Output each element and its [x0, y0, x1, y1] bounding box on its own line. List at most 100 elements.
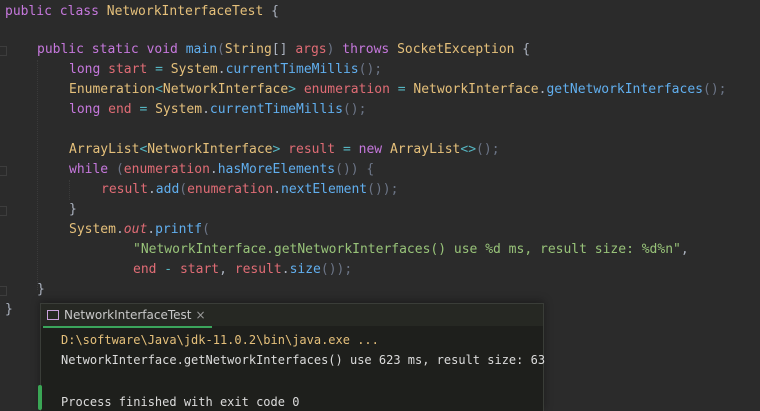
code-line-9[interactable]: result.add(enumeration.nextElement()); — [101, 180, 398, 200]
punct: . — [273, 182, 282, 197]
string-literal: "NetworkInterface.getNetworkInterfaces()… — [133, 242, 681, 257]
run-command-line: D:\software\Java\jdk-11.0.2\bin\java.exe… — [61, 333, 379, 347]
run-output-line: NetworkInterface.getNetworkInterfaces() … — [61, 353, 546, 367]
punct: > — [272, 142, 289, 157]
punct: (); — [342, 102, 367, 117]
code-line-3[interactable]: long start = System.currentTimeMillis(); — [69, 60, 382, 80]
code-line-11[interactable]: System.out.printf( — [69, 220, 210, 240]
punct: ) — [326, 42, 343, 57]
punct: , — [680, 242, 689, 257]
method-name: currentTimeMillis — [225, 62, 359, 77]
method-name: getNetworkInterfaces — [546, 82, 703, 97]
run-tab-bar: NetworkInterfaceTest × — [41, 304, 543, 328]
variable: enumeration — [187, 182, 274, 197]
method-name: size — [289, 262, 321, 277]
operator: = — [335, 142, 359, 157]
method-name: add — [155, 182, 180, 197]
variable: enumeration — [123, 162, 210, 177]
class-name: System — [170, 62, 218, 77]
static-field: out — [123, 222, 148, 237]
punct: . — [147, 182, 156, 197]
type-name: String — [224, 42, 272, 57]
punct: (); — [703, 82, 727, 97]
punct: . — [115, 222, 124, 237]
variable: end — [133, 262, 157, 277]
tab-network-interface-test[interactable]: NetworkInterfaceTest × — [43, 304, 212, 328]
type-name: Enumeration — [69, 82, 156, 97]
class-name: NetworkInterface — [413, 82, 539, 97]
punct: (); — [476, 142, 500, 157]
punct: ()); — [367, 182, 399, 197]
run-config-icon — [47, 310, 59, 320]
punct: > — [288, 82, 304, 97]
punct: . — [217, 62, 226, 77]
method-name: hasMoreElements — [217, 162, 336, 177]
fold-marker[interactable] — [0, 46, 7, 56]
operator: = — [131, 102, 156, 117]
method-name: main — [185, 42, 218, 57]
tab-label: NetworkInterfaceTest — [64, 308, 192, 322]
class-name: System — [155, 102, 203, 117]
punct: [] — [271, 42, 296, 57]
keyword: public class — [5, 4, 107, 19]
keyword: long — [69, 102, 109, 117]
class-name: System — [69, 222, 116, 237]
punct: (); — [358, 62, 383, 77]
punct: { — [514, 42, 531, 57]
punct: ( — [217, 42, 225, 57]
parameter: args — [295, 42, 327, 57]
punct: ()); — [320, 262, 353, 277]
punct: ()) { — [335, 162, 375, 177]
close-icon[interactable]: × — [195, 308, 205, 322]
fold-marker[interactable] — [0, 166, 7, 176]
punct: <> — [460, 142, 477, 157]
variable: result — [101, 182, 148, 197]
keyword: while — [69, 162, 116, 177]
indent-guide — [37, 60, 38, 290]
variable: result — [288, 142, 336, 157]
punct: ( — [179, 182, 188, 197]
code-line-13[interactable]: end - start, result.size()); — [133, 260, 352, 280]
code-line-12[interactable]: "NetworkInterface.getNetworkInterfaces()… — [133, 240, 689, 260]
code-line-7[interactable]: ArrayList<NetworkInterface> result = new… — [69, 140, 500, 160]
punct: . — [147, 222, 156, 237]
run-exit-line: Process finished with exit code 0 — [61, 395, 300, 409]
punct: ( — [202, 222, 210, 237]
variable: start — [108, 62, 148, 77]
operator: = — [389, 82, 414, 97]
fold-marker[interactable] — [0, 206, 7, 216]
code-line-15[interactable]: } — [5, 300, 13, 320]
variable: end — [108, 102, 132, 117]
punct: . — [202, 102, 210, 117]
code-line-8[interactable]: while (enumeration.hasMoreElements()) { — [69, 160, 374, 180]
code-line-5[interactable]: long end = System.currentTimeMillis(); — [69, 100, 366, 120]
code-line-14[interactable]: } — [37, 280, 45, 300]
punct: } — [37, 282, 45, 297]
indent-guide — [69, 180, 70, 200]
punct: } — [5, 302, 13, 317]
punct: , — [219, 262, 235, 277]
operator: - — [156, 262, 180, 277]
type-name: SocketException — [397, 42, 515, 57]
code-line-2[interactable]: public static void main(String[] args) t… — [37, 40, 530, 60]
type-name: NetworkInterface — [147, 142, 273, 157]
keyword: throws — [342, 42, 398, 57]
code-line-4[interactable]: Enumeration<NetworkInterface> enumeratio… — [69, 80, 726, 100]
punct: . — [209, 162, 218, 177]
type-name: ArrayList — [69, 142, 140, 157]
code-line-10[interactable]: } — [69, 200, 77, 220]
code-line-1[interactable]: public class NetworkInterfaceTest { — [5, 2, 279, 22]
active-indicator — [38, 385, 42, 410]
keyword: long — [69, 62, 109, 77]
keyword: public static void — [37, 42, 186, 57]
method-name: currentTimeMillis — [209, 102, 343, 117]
type-name: NetworkInterface — [162, 82, 289, 97]
punct: < — [155, 82, 163, 97]
variable: start — [179, 262, 220, 277]
variable: enumeration — [303, 82, 390, 97]
class-name: ArrayList — [389, 142, 461, 157]
keyword: new — [358, 142, 390, 157]
operator: = — [147, 62, 171, 77]
punct: . — [281, 262, 290, 277]
fold-marker[interactable] — [0, 286, 7, 296]
